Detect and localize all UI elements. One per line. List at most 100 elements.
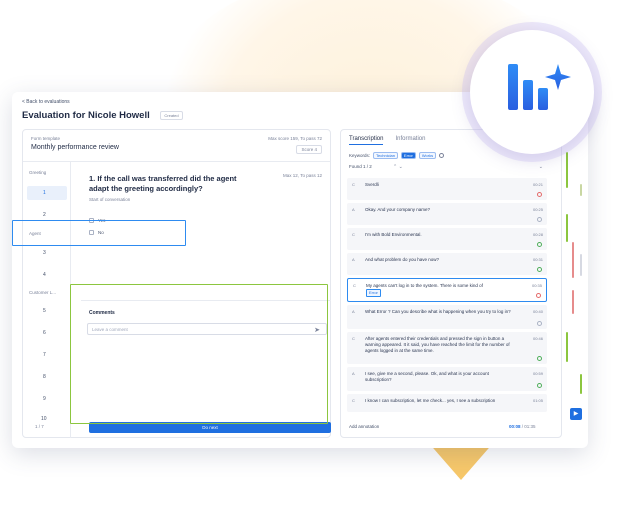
negative-sentiment-icon [536,293,541,298]
nav-item-5[interactable]: 5 [43,308,46,314]
timeline-bar [566,332,568,362]
tab-transcription[interactable]: Transcription [349,136,384,145]
add-annotation-button[interactable]: Add annotation [349,424,379,429]
message-row[interactable]: C I know I can subscription, let me chec… [347,394,547,412]
message-text: I see, give me a second, please. Ok, and… [365,371,489,382]
keyword-chip[interactable]: Works [418,152,437,159]
message-text: Sverdli [365,182,379,187]
play-button[interactable]: ▶ [570,408,582,420]
message-text: What Error ? Can you describe what is ha… [365,309,511,314]
speaker: C [352,232,355,237]
question-weight: Max 12, To pass 12 [283,173,322,178]
neutral-sentiment-icon [537,217,542,222]
nav-item-6[interactable]: 6 [43,330,46,336]
timeline-bar [572,290,574,314]
message-text: And what problem do you have now? [365,257,440,262]
form-template-label: Form template [31,136,61,141]
nav-item-7[interactable]: 7 [43,352,46,358]
message-row[interactable]: A And what problem do you have now? 00:3… [347,253,547,275]
negative-sentiment-icon [537,192,542,197]
nav-section-customer: Customer L... [29,290,57,295]
tab-information[interactable]: Information [395,136,425,145]
highlight-box-green [70,284,328,424]
score-button[interactable]: Score 4 [296,145,322,154]
search-nav-arrows[interactable]: ⌃ ⌄ [393,164,403,170]
message-text: After agents entered their credentials a… [365,336,510,353]
keywords-label: Keywords: [349,153,371,158]
max-score-text: Max score 159, To pass 72 [268,136,322,141]
nav-pager[interactable]: 1 / 7 [35,424,44,429]
message-row[interactable]: C I'm with Bold Environmental. 00:28 [347,228,547,250]
keywords-row: Keywords: Technician Error Works [349,152,445,159]
nav-active-highlight [27,186,67,200]
logo-badge [470,30,594,154]
sentiment-timeline [564,142,588,402]
found-counter: Found 1 / 2 [349,164,372,169]
speaker: A [352,309,355,314]
timestamp: 00:31 [532,257,543,262]
positive-sentiment-icon [537,242,542,247]
transcript-panel: Transcription Information Keywords: Tech… [340,129,562,438]
message-text: I know I can subscription, let me check.… [365,398,496,403]
message-text: My agents can't log in to the system. Th… [366,283,516,297]
neutral-sentiment-icon [537,321,542,326]
keyword-chip[interactable]: Technician [373,152,398,159]
timestamp: 00:40 [532,309,543,314]
chevron-down-icon[interactable]: ⌄ [539,164,543,170]
question-title: 1. If the call was transferred did the a… [89,174,237,193]
time-total: 01:35 [524,424,536,429]
speaker: C [352,336,355,341]
nav-item-3[interactable]: 3 [43,250,46,256]
timeline-bar [566,214,568,242]
page-title: Evaluation for Nicole Howell Created [22,110,183,121]
nav-item-2[interactable]: 2 [43,212,46,218]
info-icon[interactable] [439,153,445,158]
page-title-text: Evaluation for Nicole Howell [22,110,150,121]
status-badge: Created [160,110,183,120]
message-row-selected[interactable]: C My agents can't log in to the system. … [347,278,547,302]
timestamp: 00:35 [531,283,542,288]
timeline-bar [566,152,568,188]
nav-section-greeting: Greeting [29,170,47,175]
timestamp: 00:59 [532,371,543,376]
message-text-content: My agents can't log in to the system. Th… [366,283,483,288]
timestamp: 00:21 [532,182,543,187]
highlight-box-blue [12,220,186,246]
back-link[interactable]: < Back to evaluations [22,99,70,105]
speaker: A [352,257,355,262]
positive-sentiment-icon [537,356,542,361]
nav-item-10[interactable]: 10 [41,416,47,422]
keyword-highlight[interactable]: Error [366,289,381,297]
message-text: I'm with Bold Environmental. [365,232,422,237]
nav-item-8[interactable]: 8 [43,374,46,380]
timeline-bar [572,242,574,278]
speaker: C [352,398,355,403]
message-row[interactable]: A Okay. And your company name? 00:25 [347,203,547,225]
message-row[interactable]: A What Error ? Can you describe what is … [347,305,547,329]
timeline-bar [580,374,582,394]
timeline-bar [580,184,582,196]
timestamp: 00:28 [532,232,543,237]
question-subtitle: Start of conversation [89,197,131,202]
nav-item-9[interactable]: 9 [43,396,46,402]
question-nav: Greeting 1 2 Agent 3 4 Customer L... 5 6… [23,162,71,438]
stage: < Back to evaluations Evaluation for Nic… [0,0,624,512]
positive-sentiment-icon [537,383,542,388]
nav-item-4[interactable]: 4 [43,272,46,278]
nav-item-1[interactable]: 1 [43,190,46,196]
speaker: A [352,371,355,376]
message-row[interactable]: C Sverdli 00:21 [347,178,547,200]
speaker: C [353,283,356,288]
keyword-chip-active[interactable]: Error [400,152,416,159]
message-row[interactable]: C After agents entered their credentials… [347,332,547,364]
timestamp: 01:05 [532,398,543,403]
timestamp: 00:25 [532,207,543,212]
message-row[interactable]: A I see, give me a second, please. Ok, a… [347,367,547,391]
speaker: C [352,182,355,187]
message-text: Okay. And your company name? [365,207,430,212]
speaker: A [352,207,355,212]
timeline-bar [580,254,582,276]
bars-sparkle-logo-icon [508,64,571,110]
playback-time: 00:08 / 01:35 [509,424,536,429]
timestamp: 00:46 [532,336,543,341]
